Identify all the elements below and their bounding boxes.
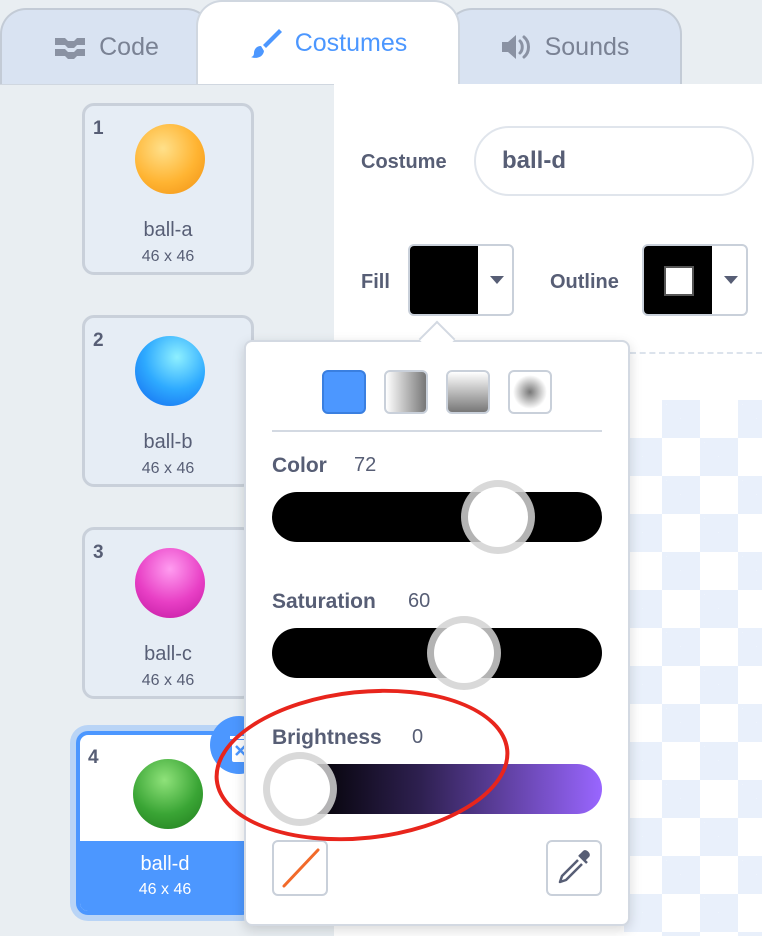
costume-number: 4 [88, 747, 99, 768]
fill-mode-radial-gradient-button[interactable] [508, 370, 552, 414]
saturation-slider-handle[interactable] [434, 623, 494, 683]
fill-color-button[interactable] [408, 244, 514, 316]
color-picker-popover: Color 72 Saturation 60 Brightness 0 [244, 340, 630, 926]
fill-mode-horizontal-gradient-button[interactable] [384, 370, 428, 414]
popover-divider [272, 430, 602, 432]
costume-card[interactable]: 3 ball-c 46 x 46 [82, 527, 254, 699]
saturation-slider-label: Saturation [272, 590, 376, 613]
costume-number: 2 [93, 330, 104, 351]
brightness-slider-value: 0 [412, 726, 424, 748]
costume-name-input[interactable]: ball-d [474, 126, 754, 196]
costume-size: 46 x 46 [141, 460, 195, 477]
chevron-down-icon [724, 276, 738, 284]
costume-size: 46 x 46 [141, 672, 195, 689]
costume-thumbnail [133, 759, 203, 829]
costume-name: ball-d [140, 853, 190, 875]
tab-costumes[interactable]: Costumes [196, 0, 460, 84]
brightness-slider-handle[interactable] [270, 759, 330, 819]
outline-color-button[interactable] [642, 244, 748, 316]
costume-number: 3 [93, 542, 104, 563]
fill-swatch [410, 246, 478, 314]
selected-name-bar [80, 841, 250, 911]
fill-label: Fill [361, 271, 390, 293]
outline-swatch [644, 246, 712, 314]
tab-code-label: Code [99, 32, 159, 61]
eyedropper-icon [548, 850, 600, 898]
brightness-slider-label: Brightness [272, 726, 382, 749]
color-slider-value: 72 [354, 454, 377, 476]
costume-size: 46 x 46 [138, 881, 192, 898]
color-slider-handle[interactable] [468, 487, 528, 547]
fill-mode-solid-button[interactable] [322, 370, 366, 414]
costume-name: ball-a [143, 219, 193, 241]
color-slider-label: Color [272, 454, 327, 477]
tab-code[interactable]: Code [0, 8, 212, 84]
no-color-icon [274, 848, 326, 898]
costume-card[interactable]: 2 ball-b 46 x 46 [82, 315, 254, 487]
no-color-button[interactable] [272, 840, 328, 896]
costume-size: 46 x 46 [141, 248, 195, 265]
costume-thumbnail [135, 336, 205, 406]
chevron-down-icon [490, 276, 504, 284]
costume-name: ball-b [143, 431, 193, 453]
editor-tab-bar: Code Costumes Sounds [0, 0, 762, 84]
toolbar-divider [630, 352, 762, 354]
paintbrush-icon [249, 26, 283, 60]
outline-label: Outline [550, 271, 619, 293]
code-blocks-icon [53, 35, 87, 59]
color-slider-track[interactable] [272, 492, 602, 542]
outline-inner-square [664, 266, 694, 296]
costume-number: 1 [93, 118, 104, 139]
tab-sounds[interactable]: Sounds [446, 8, 682, 84]
costume-card[interactable]: 1 ball-a 46 x 46 [82, 103, 254, 275]
fill-mode-vertical-gradient-button[interactable] [446, 370, 490, 414]
saturation-slider-value: 60 [408, 590, 431, 612]
costume-thumbnail [135, 548, 205, 618]
tab-sounds-label: Sounds [544, 32, 630, 61]
tab-costumes-label: Costumes [294, 28, 408, 57]
costume-name: ball-c [144, 643, 192, 665]
eyedropper-button[interactable] [546, 840, 602, 896]
costume-thumbnail [135, 124, 205, 194]
costume-name-label: Costume [361, 151, 447, 173]
speaker-icon [499, 33, 533, 61]
drawing-canvas[interactable] [624, 400, 762, 936]
